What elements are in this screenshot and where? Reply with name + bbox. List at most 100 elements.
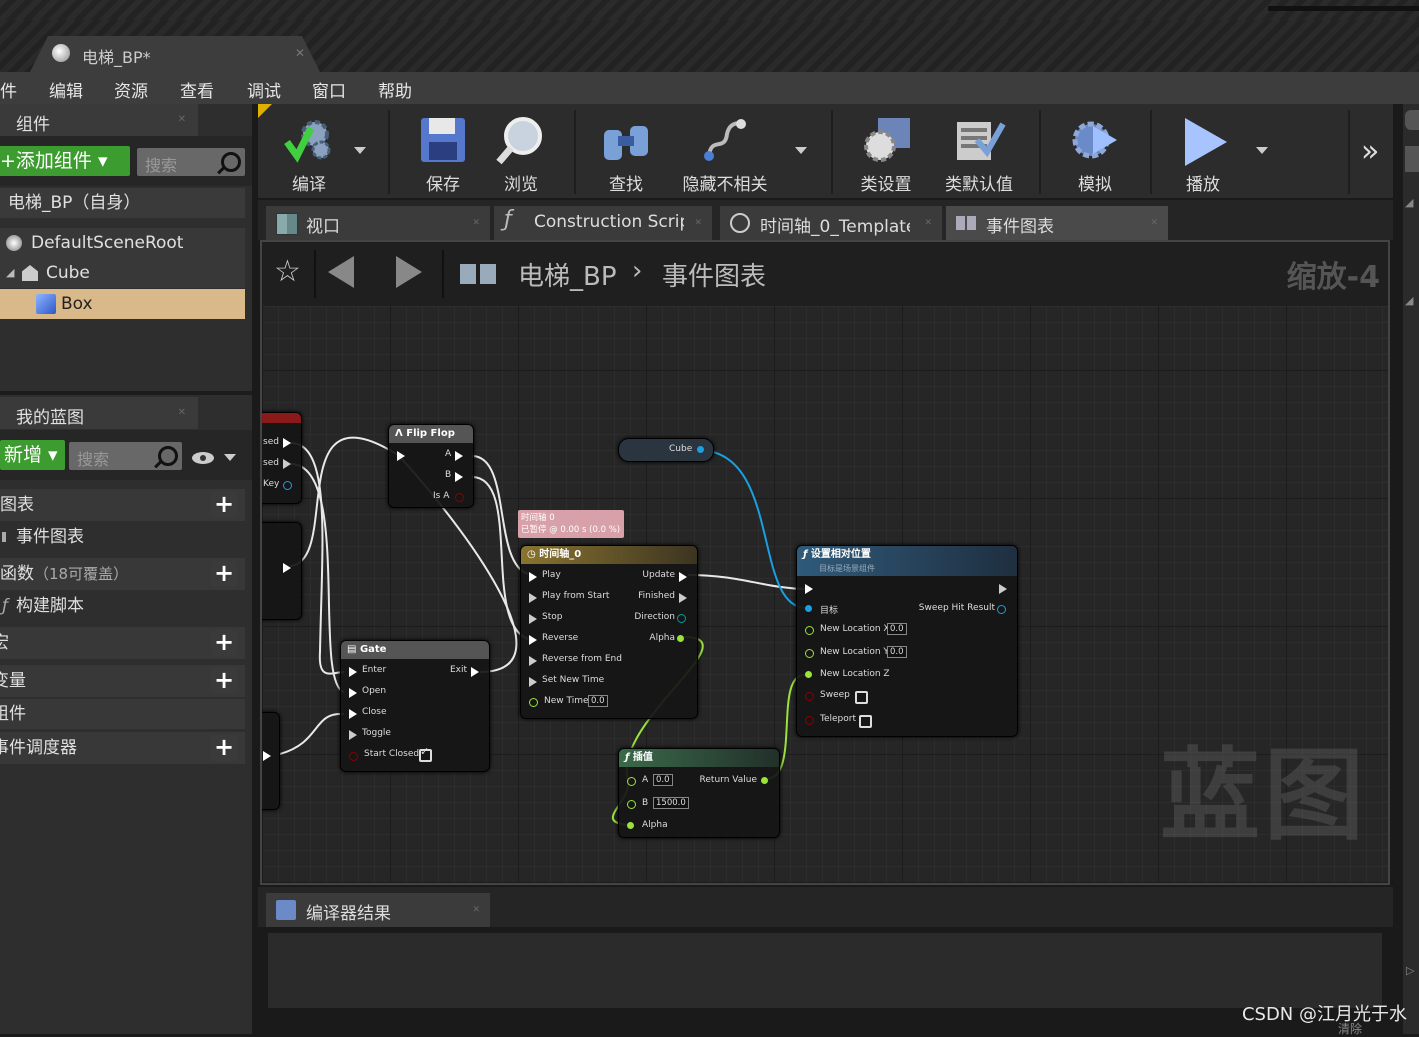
exec-out-pin[interactable] xyxy=(455,472,463,482)
blueprint-search-input[interactable]: 搜索 xyxy=(69,442,182,470)
collapse-arrow-icon[interactable]: ◢ xyxy=(1405,294,1413,307)
close-icon[interactable]: ✕ xyxy=(472,905,480,915)
event-graph-canvas[interactable]: ☆ 电梯_BP › 事件图表 缩放-4 sed sed Key Ʌ Flip F… xyxy=(260,240,1390,885)
new-time-input[interactable]: 0.0 xyxy=(588,695,608,707)
location-y-input[interactable]: 0.0 xyxy=(887,646,907,658)
menu-help[interactable]: 帮助 xyxy=(378,77,412,102)
tab-viewport[interactable]: 视口 ✕ xyxy=(266,206,490,240)
bool-in-pin[interactable] xyxy=(805,716,814,725)
close-icon[interactable]: ✕ xyxy=(924,218,932,228)
object-out-pin[interactable] xyxy=(697,446,704,453)
bool-out-pin[interactable] xyxy=(455,493,464,502)
float-out-pin[interactable] xyxy=(761,777,768,784)
close-icon[interactable]: ✕ xyxy=(472,218,480,228)
more-tools-chevron-icon[interactable]: » xyxy=(1361,134,1379,169)
play-options-dropdown[interactable] xyxy=(1256,147,1268,154)
add-event-dispatcher-button[interactable]: + xyxy=(211,735,237,761)
exec-out-pin[interactable] xyxy=(679,593,687,603)
section-graphs[interactable]: 图表 + xyxy=(0,489,245,521)
exec-in-pin[interactable] xyxy=(349,688,357,698)
exec-out-pin[interactable] xyxy=(999,584,1007,594)
menu-edit[interactable]: 编辑 xyxy=(49,77,83,102)
new-button[interactable]: 新增 ▾ xyxy=(0,440,65,470)
add-function-button[interactable]: + xyxy=(211,561,237,587)
object-out-pin[interactable] xyxy=(283,481,292,490)
gate-node[interactable]: ▤ Gate Enter Exit Open Close Toggle Star… xyxy=(340,640,490,772)
menu-window[interactable]: 窗口 xyxy=(312,77,346,102)
float-in-pin[interactable] xyxy=(805,626,814,635)
enum-out-pin[interactable] xyxy=(677,614,686,623)
exec-out-pin[interactable] xyxy=(455,451,463,461)
close-icon[interactable]: ✕ xyxy=(1150,218,1158,228)
close-icon[interactable]: ✕ xyxy=(295,46,305,60)
tree-item-defaultsceneroot[interactable]: DefaultSceneRoot xyxy=(0,228,245,258)
exec-in-pin[interactable] xyxy=(529,656,537,666)
collapsed-tab[interactable] xyxy=(1405,110,1419,130)
exec-out-pin[interactable] xyxy=(471,667,479,677)
find-button[interactable]: 查找 xyxy=(584,104,668,198)
add-component-button[interactable]: +添加组件 ▾ xyxy=(0,146,130,176)
node-partial[interactable] xyxy=(262,522,302,620)
timeline-node[interactable]: ◷ 时间轴_0 Play Play from Start Stop Revers… xyxy=(520,545,698,719)
bool-in-pin[interactable] xyxy=(349,752,358,761)
exec-in-pin[interactable] xyxy=(805,584,813,594)
exec-in-pin[interactable] xyxy=(529,572,537,582)
exec-in-pin[interactable] xyxy=(349,667,357,677)
panel-splitter[interactable] xyxy=(0,391,252,395)
chevron-down-icon[interactable] xyxy=(224,454,236,461)
menu-asset[interactable]: 资源 xyxy=(114,77,148,102)
float-in-pin[interactable] xyxy=(627,800,636,809)
play-button[interactable]: 播放 xyxy=(1158,104,1248,198)
section-macros[interactable]: 宏 + xyxy=(0,627,245,659)
exec-out-pin[interactable] xyxy=(679,572,687,582)
section-functions[interactable]: 函数 （18可覆盖） + xyxy=(0,558,245,590)
expand-arrow-icon[interactable]: ◢ xyxy=(6,258,14,288)
my-blueprint-tab[interactable]: 我的蓝图 ✕ xyxy=(0,397,198,429)
menu-view[interactable]: 查看 xyxy=(180,77,214,102)
exec-out-pin[interactable] xyxy=(263,751,271,761)
lerp-b-input[interactable]: 1500.0 xyxy=(653,797,689,809)
section-event-dispatchers[interactable]: 事件调度器 + xyxy=(0,732,245,764)
exec-out-pin[interactable] xyxy=(283,459,291,469)
tab-compiler-results[interactable]: 编译器结果 ✕ xyxy=(266,893,490,927)
components-search-input[interactable]: 搜索 xyxy=(137,148,245,176)
exec-out-pin[interactable] xyxy=(283,563,291,573)
flip-flop-node[interactable]: Ʌ Flip Flop A B Is A xyxy=(388,424,474,508)
browse-button[interactable]: 浏览 xyxy=(478,104,564,198)
float-out-pin[interactable] xyxy=(677,635,684,642)
location-x-input[interactable]: 0.0 xyxy=(887,623,907,635)
menu-file[interactable]: 件 xyxy=(0,77,17,102)
menu-debug[interactable]: 调试 xyxy=(247,77,281,102)
node-partial[interactable] xyxy=(262,712,280,810)
add-macro-button[interactable]: + xyxy=(211,630,237,656)
document-tab[interactable]: 电梯_BP* ✕ xyxy=(30,36,320,72)
close-icon[interactable]: ✕ xyxy=(694,218,702,228)
save-button[interactable]: 保存 xyxy=(398,104,488,198)
class-settings-button[interactable]: 类设置 xyxy=(841,104,931,198)
section-variables[interactable]: 变量 + xyxy=(0,665,245,697)
exec-in-pin[interactable] xyxy=(397,451,405,461)
class-defaults-button[interactable]: 类默认值 xyxy=(934,104,1024,198)
exec-out-pin[interactable] xyxy=(283,438,291,448)
collapsed-tab[interactable] xyxy=(1405,146,1419,172)
expand-arrow-icon[interactable]: ▷ xyxy=(1406,964,1414,977)
self-row[interactable]: 电梯_BP（自身） xyxy=(0,188,245,218)
exec-in-pin[interactable] xyxy=(349,709,357,719)
components-tab[interactable]: 组件 ✕ xyxy=(0,104,198,136)
tree-item-box[interactable]: Box xyxy=(0,289,245,319)
tab-timeline-template[interactable]: 时间轴_0_Template ✕ xyxy=(720,206,942,240)
struct-out-pin[interactable] xyxy=(997,605,1006,614)
float-in-pin[interactable] xyxy=(805,649,814,658)
exec-in-pin[interactable] xyxy=(529,614,537,624)
item-construction-script[interactable]: ƒ 构建脚本 xyxy=(0,591,245,621)
tree-item-cube[interactable]: ◢ Cube xyxy=(0,258,245,288)
float-in-pin[interactable] xyxy=(529,698,538,707)
set-relative-location-node[interactable]: ƒ 设置相对位置 目标是场景组件 目标 Sweep Hit Result New… xyxy=(796,545,1018,737)
exec-in-pin[interactable] xyxy=(529,593,537,603)
exec-in-pin[interactable] xyxy=(529,677,537,687)
hide-unrelated-dropdown[interactable] xyxy=(795,147,807,154)
lerp-node[interactable]: ƒ 插值 A 0.0 B 1500.0 Alpha Return Value xyxy=(618,748,780,838)
add-graph-button[interactable]: + xyxy=(211,492,237,518)
add-variable-button[interactable]: + xyxy=(211,668,237,694)
compile-options-dropdown[interactable] xyxy=(354,147,366,154)
